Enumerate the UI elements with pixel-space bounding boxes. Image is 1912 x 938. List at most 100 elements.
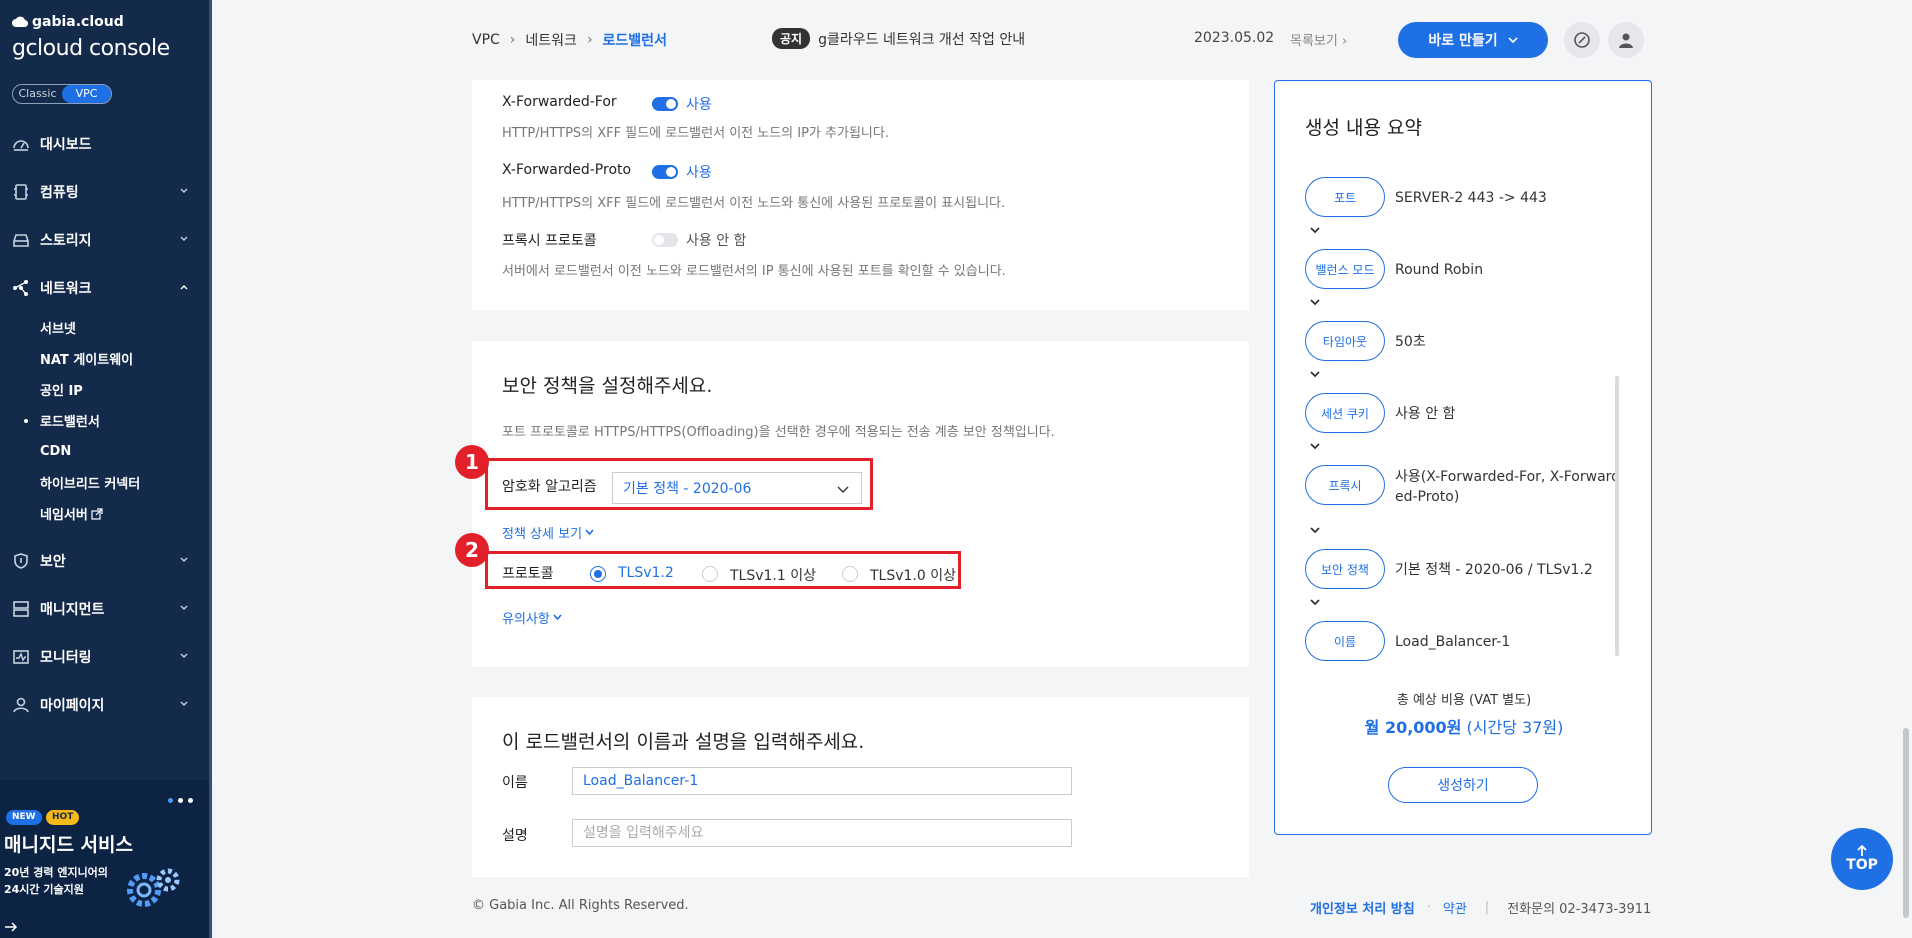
summary-key-balance[interactable]: 밸런스 모드 (1305, 249, 1385, 289)
quick-create-button[interactable]: 바로 만들기 (1398, 22, 1548, 58)
step-badge-2: 2 (455, 533, 489, 567)
summary-row-port: 포트 SERVER-2 443 -> 443 (1305, 177, 1625, 219)
chevron-down-icon (180, 653, 188, 658)
sidebar-item-monitoring[interactable]: 모니터링 (0, 633, 209, 681)
footer-dot: · (1426, 900, 1431, 915)
sidebar-sub-subnet[interactable]: 서브넷 (40, 312, 209, 343)
sidebar-item-label: 네트워크 (40, 281, 92, 297)
xfp-toggle[interactable] (652, 165, 678, 179)
network-submenu: 서브넷 NAT 게이트웨이 공인 IP 로드밸런서 CDN 하이브리드 커넥터 … (0, 312, 209, 529)
toggle-vpc[interactable]: VPC (62, 85, 111, 103)
xfp-state: 사용 (686, 165, 712, 181)
notice-text[interactable]: g클라우드 네트워크 개선 작업 안내 (818, 29, 1025, 49)
chat-button[interactable] (1564, 22, 1600, 58)
chevron-down-icon (553, 614, 562, 621)
summary-key-timeout[interactable]: 타임아웃 (1305, 321, 1385, 361)
sidebar-sub-cdn[interactable]: CDN (40, 436, 209, 467)
proxy-protocol-state: 사용 안 함 (686, 233, 747, 249)
proxy-protocol-description: 서버에서 로드밸런서 이전 노드와 로드밸런서의 IP 통신에 사용된 포트를 … (502, 264, 1006, 279)
description-input[interactable] (572, 819, 1072, 847)
sidebar-item-label: 스토리지 (40, 233, 92, 249)
naming-title: 이 로드밸런서의 이름과 설명을 입력해주세요. (502, 731, 865, 753)
profile-button[interactable] (1608, 22, 1644, 58)
gabia-logo[interactable]: gabia.cloud (12, 14, 124, 30)
breadcrumb-separator-icon: › (509, 32, 516, 48)
radio-tlsv1-2[interactable] (590, 566, 606, 582)
sidebar-item-network[interactable]: 네트워크 (0, 264, 209, 312)
breadcrumb-network[interactable]: 네트워크 (525, 30, 577, 50)
console-logo[interactable]: gcloud console (12, 36, 170, 61)
page-scrollbar[interactable] (1903, 728, 1909, 918)
copyright: © Gabia Inc. All Rights Reserved. (472, 898, 689, 913)
name-input[interactable] (572, 767, 1072, 795)
notice-list-link[interactable]: 목록보기 › (1290, 30, 1347, 49)
summary-row-name: 이름 Load_Balancer-1 (1305, 621, 1625, 663)
sidebar-sub-nat-gateway[interactable]: NAT 게이트웨이 (40, 343, 209, 374)
naming-card: 이 로드밸런서의 이름과 설명을 입력해주세요. 이름 설명 (472, 697, 1249, 877)
summary-value-timeout: 50초 (1395, 334, 1426, 350)
xff-toggle[interactable] (652, 97, 678, 111)
sidebar-item-label: 모니터링 (40, 650, 92, 666)
sidebar-sub-public-ip[interactable]: 공인 IP (40, 374, 209, 405)
toggle-classic[interactable]: Classic (13, 85, 62, 103)
scroll-top-button[interactable]: TOP (1831, 828, 1893, 890)
sidebar-item-computing[interactable]: 컴퓨팅 (0, 168, 209, 216)
summary-key-security[interactable]: 보안 정책 (1305, 549, 1385, 589)
name-label: 이름 (502, 775, 528, 791)
summary-key-name[interactable]: 이름 (1305, 621, 1385, 661)
promo-title: 매니지드 서비스 (4, 834, 133, 856)
summary-key-proxy[interactable]: 프록시 (1305, 465, 1385, 505)
promo-line-1: 20년 경력 엔지니어의 (4, 866, 108, 879)
summary-key-port[interactable]: 포트 (1305, 177, 1385, 217)
breadcrumb-vpc[interactable]: VPC (472, 32, 500, 48)
radio-tlsv1-2-label[interactable]: TLSv1.2 (618, 565, 674, 581)
sidebar-item-dashboard[interactable]: 대시보드 (0, 120, 209, 168)
storage-icon (13, 234, 29, 247)
monitor-icon (13, 650, 29, 664)
xfp-label: X-Forwarded-Proto (502, 162, 632, 178)
total-cost-monthly: 월 20,000원 (1364, 718, 1462, 737)
promo-line-2: 24시간 기술지원 (4, 883, 84, 896)
chevron-down-icon (180, 188, 188, 193)
sidebar-sub-hybrid-connector[interactable]: 하이브리드 커넥터 (40, 467, 209, 498)
radio-tlsv1-1-label[interactable]: TLSv1.1 이상 (730, 565, 816, 585)
summary-scrollbar[interactable] (1615, 376, 1619, 656)
terms-link[interactable]: 약관 (1443, 898, 1467, 917)
sidebar-sub-nameserver[interactable]: 네임서버 (40, 498, 209, 529)
chevron-down-icon (1310, 227, 1320, 234)
notice-tag: 공지 (772, 28, 811, 49)
proxy-settings-card: X-Forwarded-For 사용 HTTP/HTTPS의 XFF 필드에 로… (472, 80, 1249, 310)
xff-label: X-Forwarded-For (502, 94, 617, 110)
description-label: 설명 (502, 828, 528, 844)
privacy-policy-link[interactable]: 개인정보 처리 방침 (1310, 898, 1415, 917)
chevron-down-icon (1310, 299, 1320, 306)
create-load-balancer-button[interactable]: 생성하기 (1388, 767, 1538, 803)
notice-more-label: 목록보기 (1290, 34, 1338, 49)
sidebar-scrollbar[interactable] (209, 0, 212, 938)
cipher-select-value: 기본 정책 - 2020-06 (623, 481, 752, 497)
promo-banner[interactable]: NEW HOT 매니지드 서비스 20년 경력 엔지니어의 24시간 기술지원 (0, 780, 209, 938)
summary-row-session: 세션 쿠키 사용 안 함 (1305, 393, 1625, 435)
classic-vpc-toggle[interactable]: Classic VPC (12, 84, 112, 104)
policy-detail-link[interactable]: 정책 상세 보기 (502, 523, 594, 542)
carousel-dots[interactable] (168, 798, 193, 803)
radio-tlsv1-0[interactable] (842, 566, 858, 582)
summary-key-session[interactable]: 세션 쿠키 (1305, 393, 1385, 433)
radio-tlsv1-0-label[interactable]: TLSv1.0 이상 (870, 565, 956, 585)
sidebar-item-security[interactable]: 보안 (0, 537, 209, 585)
hot-badge: HOT (46, 810, 80, 825)
step-badge-1: 1 (455, 445, 489, 479)
radio-tlsv1-1[interactable] (702, 566, 718, 582)
notes-link[interactable]: 유의사항 (502, 608, 562, 627)
gears-icon (127, 868, 180, 907)
summary-row-balance: 밸런스 모드 Round Robin (1305, 249, 1625, 291)
sidebar-item-management[interactable]: 매니지먼트 (0, 585, 209, 633)
cipher-select[interactable]: 기본 정책 - 2020-06 (612, 472, 862, 504)
arrow-right-icon[interactable] (4, 920, 18, 934)
sidebar-item-storage[interactable]: 스토리지 (0, 216, 209, 264)
notice[interactable]: 공지 g클라우드 네트워크 개선 작업 안내 (772, 28, 1025, 49)
sidebar-sub-load-balancer[interactable]: 로드밸런서 (24, 405, 209, 436)
chevron-down-icon (180, 236, 188, 241)
sidebar-item-mypage[interactable]: 마이페이지 (0, 681, 209, 729)
proxy-protocol-toggle[interactable] (652, 233, 678, 247)
